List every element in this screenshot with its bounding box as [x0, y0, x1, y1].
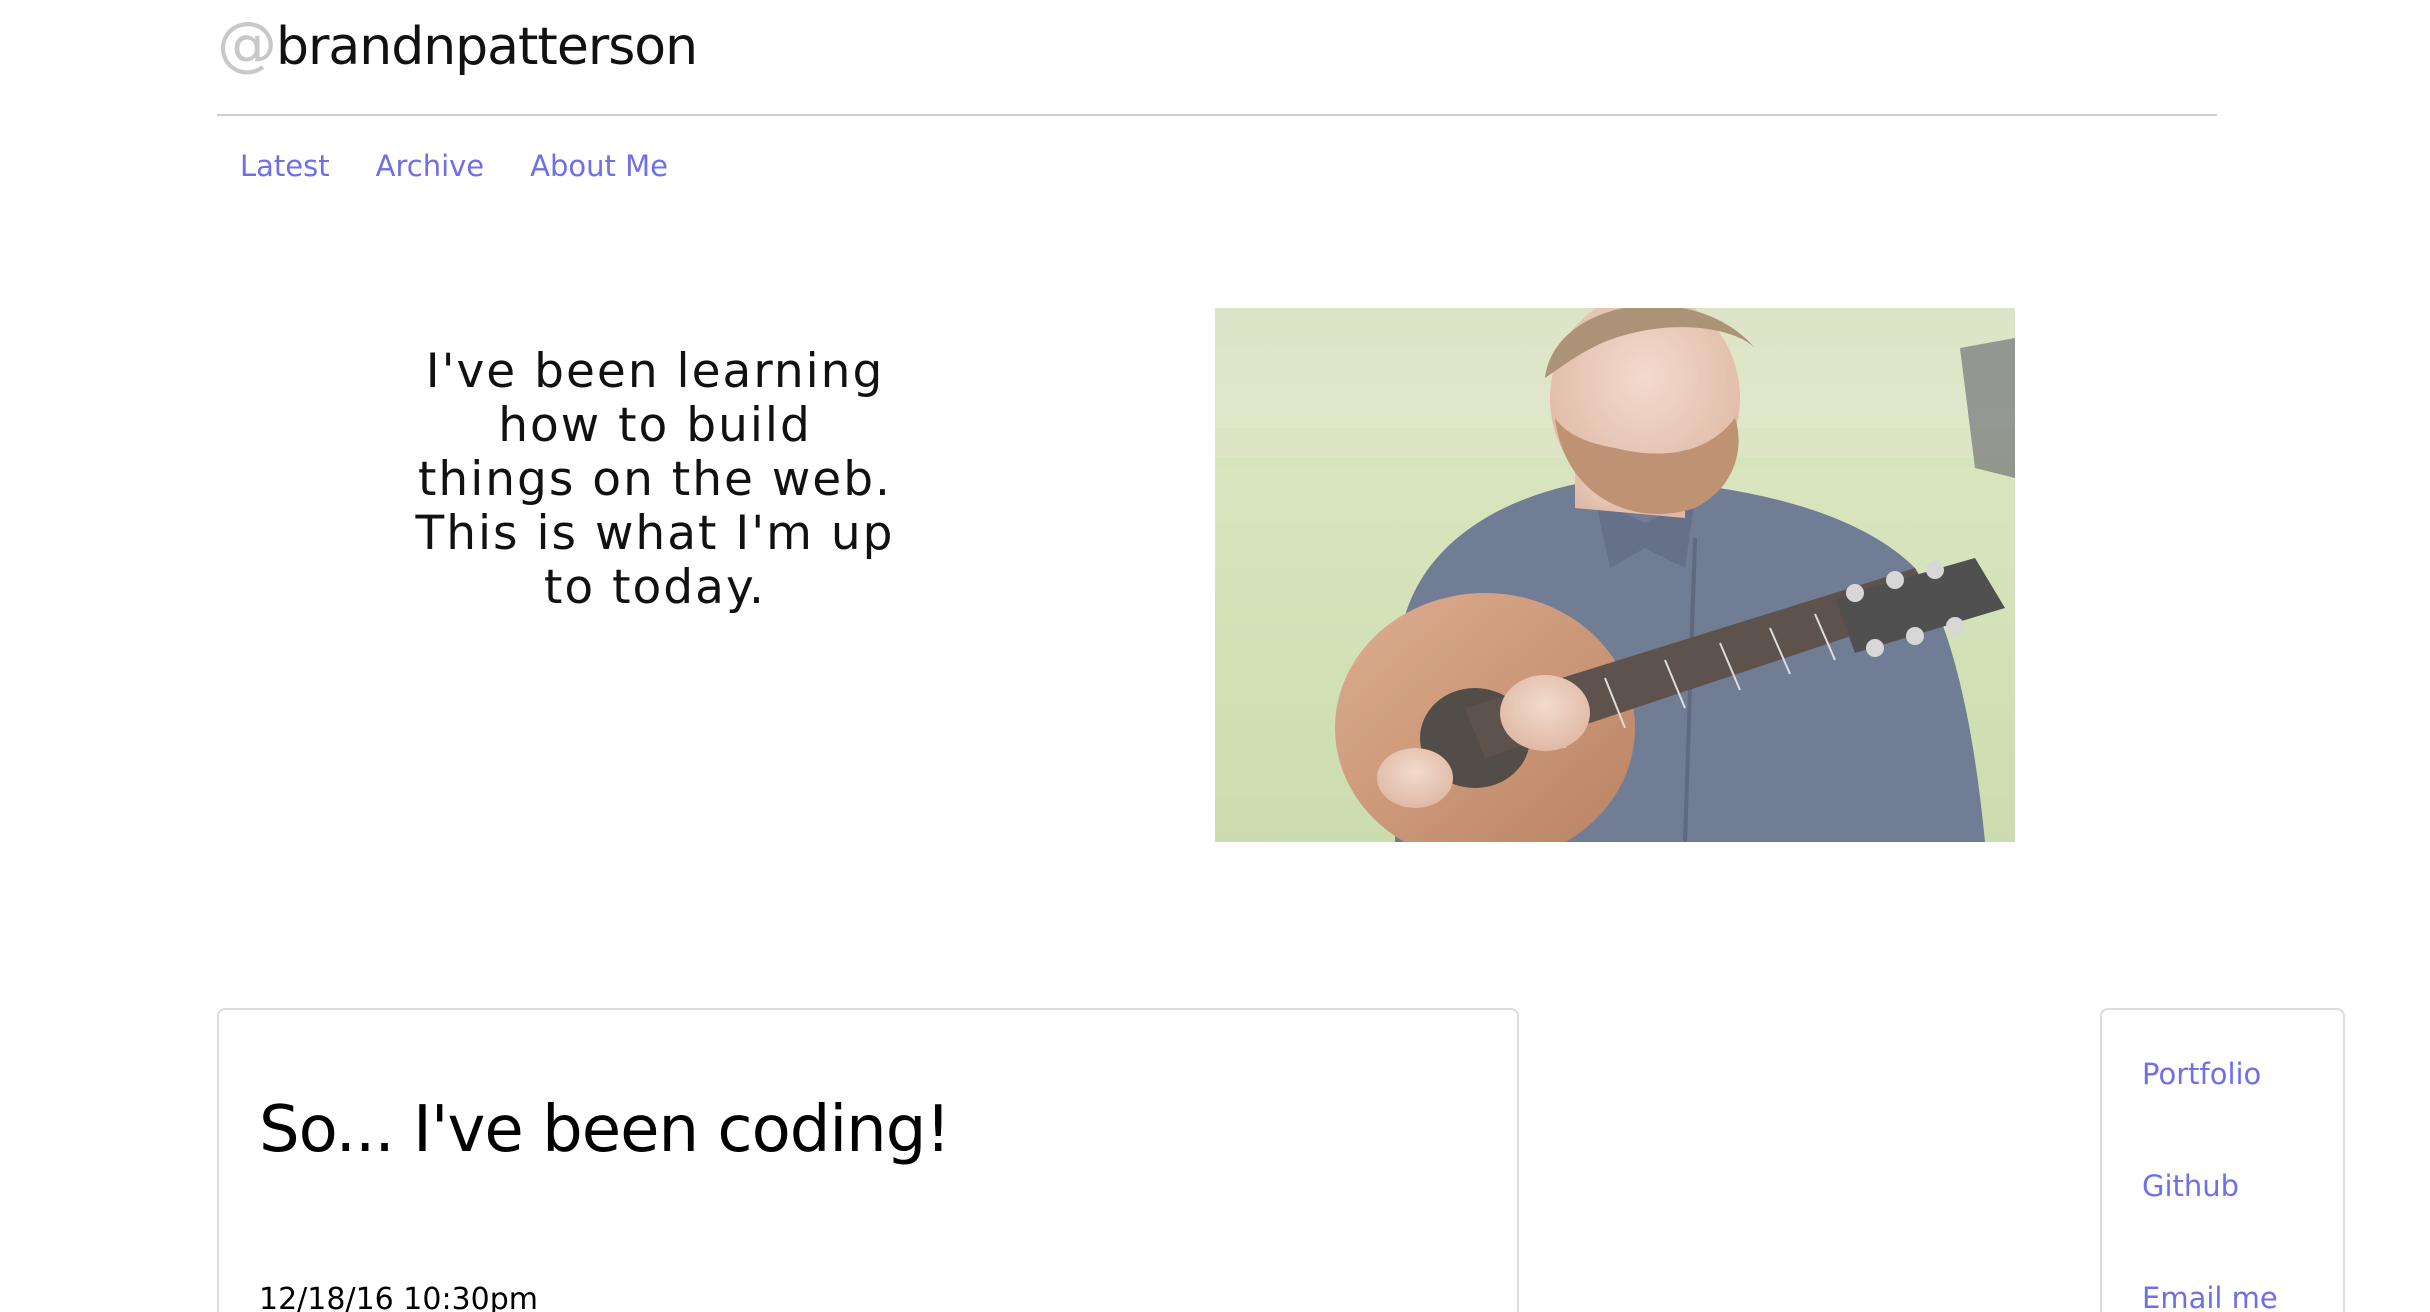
hero-intro-text: I've been learning how to build things o… — [375, 345, 935, 615]
site-handle: brandnpatterson — [276, 17, 698, 77]
hero-line: things on the web. — [417, 452, 892, 507]
site-title[interactable]: @brandnpatterson — [217, 8, 698, 83]
sidebar-links-card: Portfolio Github Email me — [2100, 1008, 2345, 1312]
header-divider — [217, 114, 2217, 116]
sidebar-link-github[interactable]: Github — [2142, 1166, 2239, 1206]
nav-link-latest[interactable]: Latest — [240, 146, 330, 186]
post-title[interactable]: So... I've been coding! — [259, 1090, 951, 1170]
main-nav: Latest Archive About Me — [240, 146, 668, 186]
sidebar-link-portfolio[interactable]: Portfolio — [2142, 1054, 2261, 1094]
nav-link-about-me[interactable]: About Me — [530, 146, 668, 186]
hero-line: This is what I'm up — [415, 506, 895, 561]
hero-line: how to build — [498, 398, 812, 453]
hero-line: I've been learning — [425, 344, 885, 399]
page: @brandnpatterson Latest Archive About Me… — [0, 0, 2430, 1312]
hero-photo-guitarist — [1215, 308, 2015, 842]
hero-line: to today. — [544, 560, 766, 615]
post-card: So... I've been coding! 12/18/16 10:30pm — [217, 1008, 1519, 1312]
nav-link-archive[interactable]: Archive — [376, 146, 485, 186]
post-date: 12/18/16 10:30pm — [259, 1282, 538, 1312]
at-symbol: @ — [217, 9, 277, 79]
sidebar-link-email[interactable]: Email me — [2142, 1278, 2278, 1312]
